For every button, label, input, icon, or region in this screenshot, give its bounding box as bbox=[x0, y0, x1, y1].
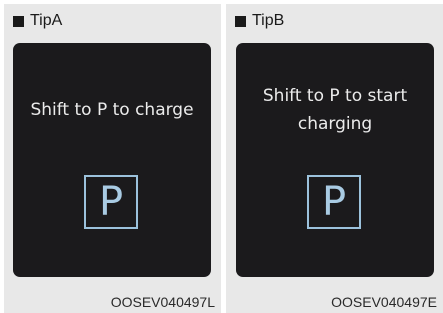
park-gear-label: P bbox=[321, 179, 347, 225]
tip-a-message: Shift to P to charge bbox=[30, 100, 194, 120]
square-bullet-icon bbox=[235, 15, 246, 27]
tip-a-header: TipA bbox=[13, 10, 62, 32]
tip-b-panel: TipB Shift to P to start charging P OOSE… bbox=[226, 4, 443, 313]
tip-b-title: TipB bbox=[252, 12, 285, 29]
tip-b-figure-code: OOSEV040497E bbox=[331, 294, 437, 310]
illustration-page: TipA Shift to P to charge P OOSEV040497L… bbox=[0, 0, 443, 313]
park-gear-label: P bbox=[98, 179, 124, 225]
tip-a-figure-code: OOSEV040497L bbox=[110, 294, 215, 310]
tip-b-display-screen: Shift to P to start charging P bbox=[236, 43, 434, 277]
park-gear-icon: P bbox=[307, 175, 361, 229]
tip-b-message: Shift to P to start charging bbox=[236, 82, 434, 138]
tip-a-title: TipA bbox=[30, 12, 63, 29]
square-bullet-icon bbox=[13, 15, 24, 27]
tip-b-header: TipB bbox=[235, 10, 284, 32]
tip-b-message-text: Shift to P to start charging bbox=[262, 86, 408, 134]
tip-a-display-screen: Shift to P to charge P bbox=[13, 43, 211, 277]
park-gear-icon: P bbox=[84, 175, 138, 229]
tip-a-panel: TipA Shift to P to charge P OOSEV040497L bbox=[4, 4, 221, 313]
